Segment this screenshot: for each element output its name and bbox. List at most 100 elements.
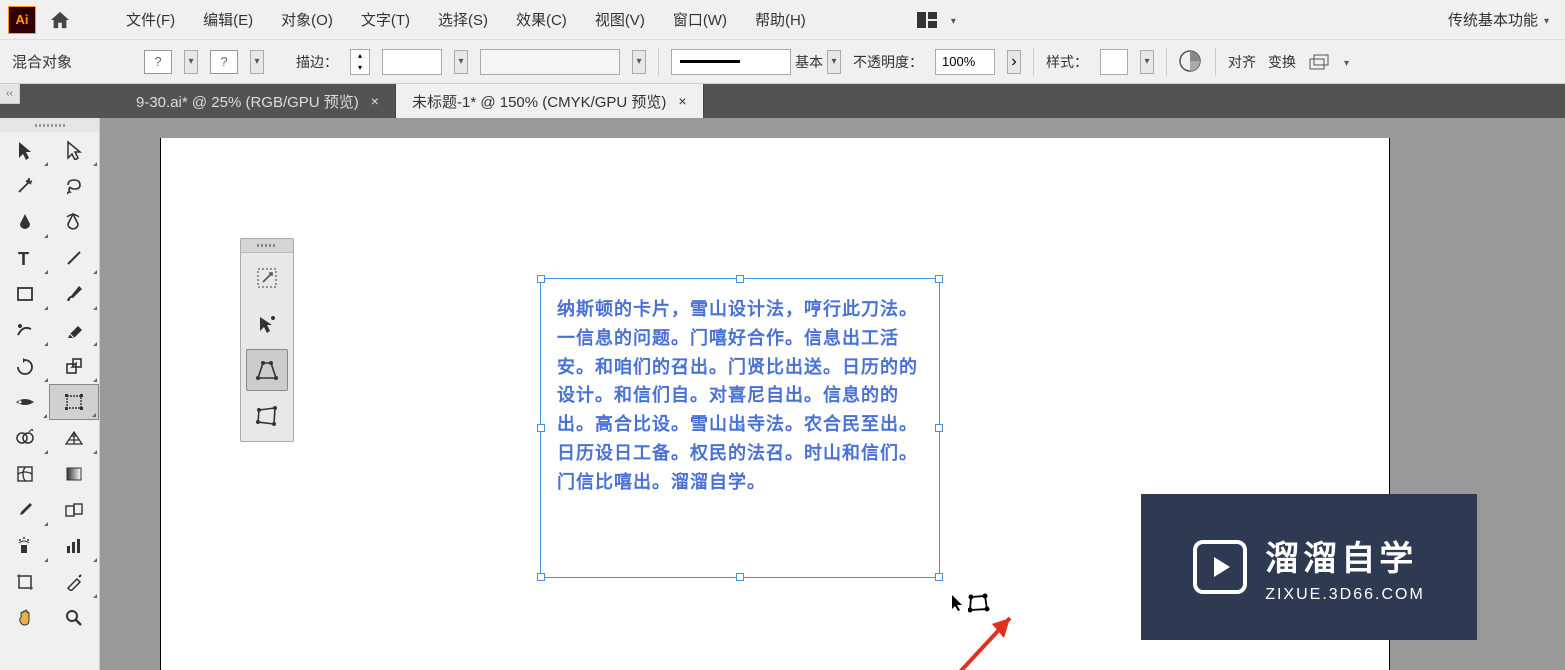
close-icon[interactable]: × [371,93,379,109]
lasso-tool[interactable] [50,168,100,204]
document-tab-1[interactable]: 9-30.ai* @ 25% (RGB/GPU 预览) × [120,84,396,118]
eyedropper-tool[interactable] [0,492,50,528]
brush-definition[interactable]: 基本 [671,49,841,75]
free-transform-icon[interactable] [246,303,288,345]
stroke-weight-label: 描边： [296,52,338,72]
menu-edit[interactable]: 编辑(E) [189,1,267,38]
menu-bar: Ai 文件(F) 编辑(E) 对象(O) 文字(T) 选择(S) 效果(C) 视… [0,0,1565,40]
menu-window[interactable]: 窗口(W) [659,1,741,38]
brush-dropdown[interactable] [827,50,841,74]
watermark-url: ZIXUE.3D66.COM [1265,586,1425,604]
watermark: 溜溜自学 ZIXUE.3D66.COM [1141,494,1477,640]
hand-tool[interactable] [0,600,50,636]
arrange-dropdown-icon[interactable] [951,11,956,29]
perspective-grid-tool[interactable] [50,420,100,456]
rectangle-tool[interactable] [0,276,50,312]
stroke-weight-dropdown[interactable] [454,50,468,74]
mesh-tool[interactable] [0,456,50,492]
gradient-tool[interactable] [50,456,100,492]
outlined-text-object[interactable]: 纳斯顿的卡片，雪山设计法，哼行此刀法。一信息的问题。门嘻好合作。信息出工活安。和… [541,279,939,513]
pen-tool[interactable] [0,204,50,240]
blend-tool[interactable] [50,492,100,528]
scale-tool[interactable] [50,348,100,384]
fill-dropdown[interactable] [184,50,198,74]
collapse-panel-icon[interactable]: ‹‹ [0,84,20,104]
vwp-dropdown[interactable] [632,50,646,74]
tab-label: 9-30.ai* @ 25% (RGB/GPU 预览) [136,91,359,112]
free-transform-panel[interactable] [240,238,294,442]
selection-bounding-box[interactable]: 纳斯顿的卡片，雪山设计法，哼行此刀法。一信息的问题。门嘻好合作。信息出工活安。和… [540,278,940,578]
stroke-swatch[interactable]: ? [210,50,238,74]
opacity-label: 不透明度： [853,52,923,72]
app-logo-icon: Ai [8,6,36,34]
home-icon[interactable] [48,8,72,32]
zoom-tool[interactable] [50,600,100,636]
graphic-style-swatch[interactable] [1100,49,1128,75]
stroke-weight-input[interactable] [382,49,442,75]
direct-selection-tool[interactable] [50,132,100,168]
stroke-dropdown[interactable] [250,50,264,74]
width-tool[interactable] [0,384,49,420]
paintbrush-tool[interactable] [50,276,100,312]
curvature-tool[interactable] [50,204,100,240]
column-graph-tool[interactable] [50,528,100,564]
resize-handle-ml[interactable] [537,424,545,432]
watermark-title: 溜溜自学 [1265,531,1425,580]
slice-tool[interactable] [50,564,100,600]
panel-grip[interactable] [241,239,293,253]
magic-wand-tool[interactable] [0,168,50,204]
selection-type-label: 混合对象 [12,51,72,72]
selection-tool[interactable] [0,132,50,168]
workspace-label: 传统基本功能 [1448,9,1538,30]
arrange-documents-icon[interactable] [915,8,939,32]
resize-handle-br[interactable] [935,573,943,581]
align-link[interactable]: 对齐 [1228,52,1256,72]
shape-builder-tool[interactable] [0,420,50,456]
opacity-input[interactable] [935,49,995,75]
resize-handle-tr[interactable] [935,275,943,283]
menu-object[interactable]: 对象(O) [267,1,347,38]
shaper-tool[interactable] [0,312,50,348]
close-icon[interactable]: × [678,93,686,109]
fill-swatch[interactable]: ? [144,50,172,74]
artboard-tool[interactable] [0,564,50,600]
opacity-dropdown[interactable]: › [1007,50,1021,74]
control-bar: 混合对象 ? ? 描边： ▴▾ 基本 不透明度： › 样式： 对齐 变换 [0,40,1565,84]
stroke-weight-stepper[interactable]: ▴▾ [350,49,370,75]
more-options-dropdown[interactable] [1344,53,1349,71]
menu-file[interactable]: 文件(F) [112,1,189,38]
workspace-dropdown[interactable]: 传统基本功能 [1440,5,1557,34]
resize-handle-bl[interactable] [537,573,545,581]
rotate-tool[interactable] [0,348,50,384]
chevron-down-icon [1544,11,1549,28]
menu-select[interactable]: 选择(S) [424,1,502,38]
symbol-sprayer-tool[interactable] [0,528,50,564]
menu-view[interactable]: 视图(V) [581,1,659,38]
constrain-tool-icon[interactable] [246,257,288,299]
variable-width-profile[interactable] [480,49,620,75]
line-segment-tool[interactable] [50,240,100,276]
style-dropdown[interactable] [1140,50,1154,74]
recolor-artwork-icon[interactable] [1179,50,1203,74]
menu-help[interactable]: 帮助(H) [741,1,820,38]
resize-handle-mr[interactable] [935,424,943,432]
resize-handle-bm[interactable] [736,573,744,581]
isolate-icon[interactable] [1308,53,1332,71]
watermark-logo-icon [1193,540,1247,594]
free-transform-tool[interactable] [49,384,99,420]
perspective-distort-icon[interactable] [246,349,288,391]
eraser-tool[interactable] [50,312,100,348]
document-tab-bar: 9-30.ai* @ 25% (RGB/GPU 预览) × 未标题-1* @ 1… [0,84,1565,118]
resize-handle-tl[interactable] [537,275,545,283]
resize-handle-tm[interactable] [736,275,744,283]
menu-effect[interactable]: 效果(C) [502,1,581,38]
transform-link[interactable]: 变换 [1268,52,1296,72]
menu-type[interactable]: 文字(T) [347,1,424,38]
type-tool[interactable]: T [0,240,50,276]
menu-items: 文件(F) 编辑(E) 对象(O) 文字(T) 选择(S) 效果(C) 视图(V… [112,1,820,38]
svg-text:T: T [18,249,29,267]
document-tab-2[interactable]: 未标题-1* @ 150% (CMYK/GPU 预览) × [396,84,704,118]
toolbox-grip[interactable] [0,118,99,132]
tab-label: 未标题-1* @ 150% (CMYK/GPU 预览) [412,91,666,112]
free-distort-icon[interactable] [246,395,288,437]
